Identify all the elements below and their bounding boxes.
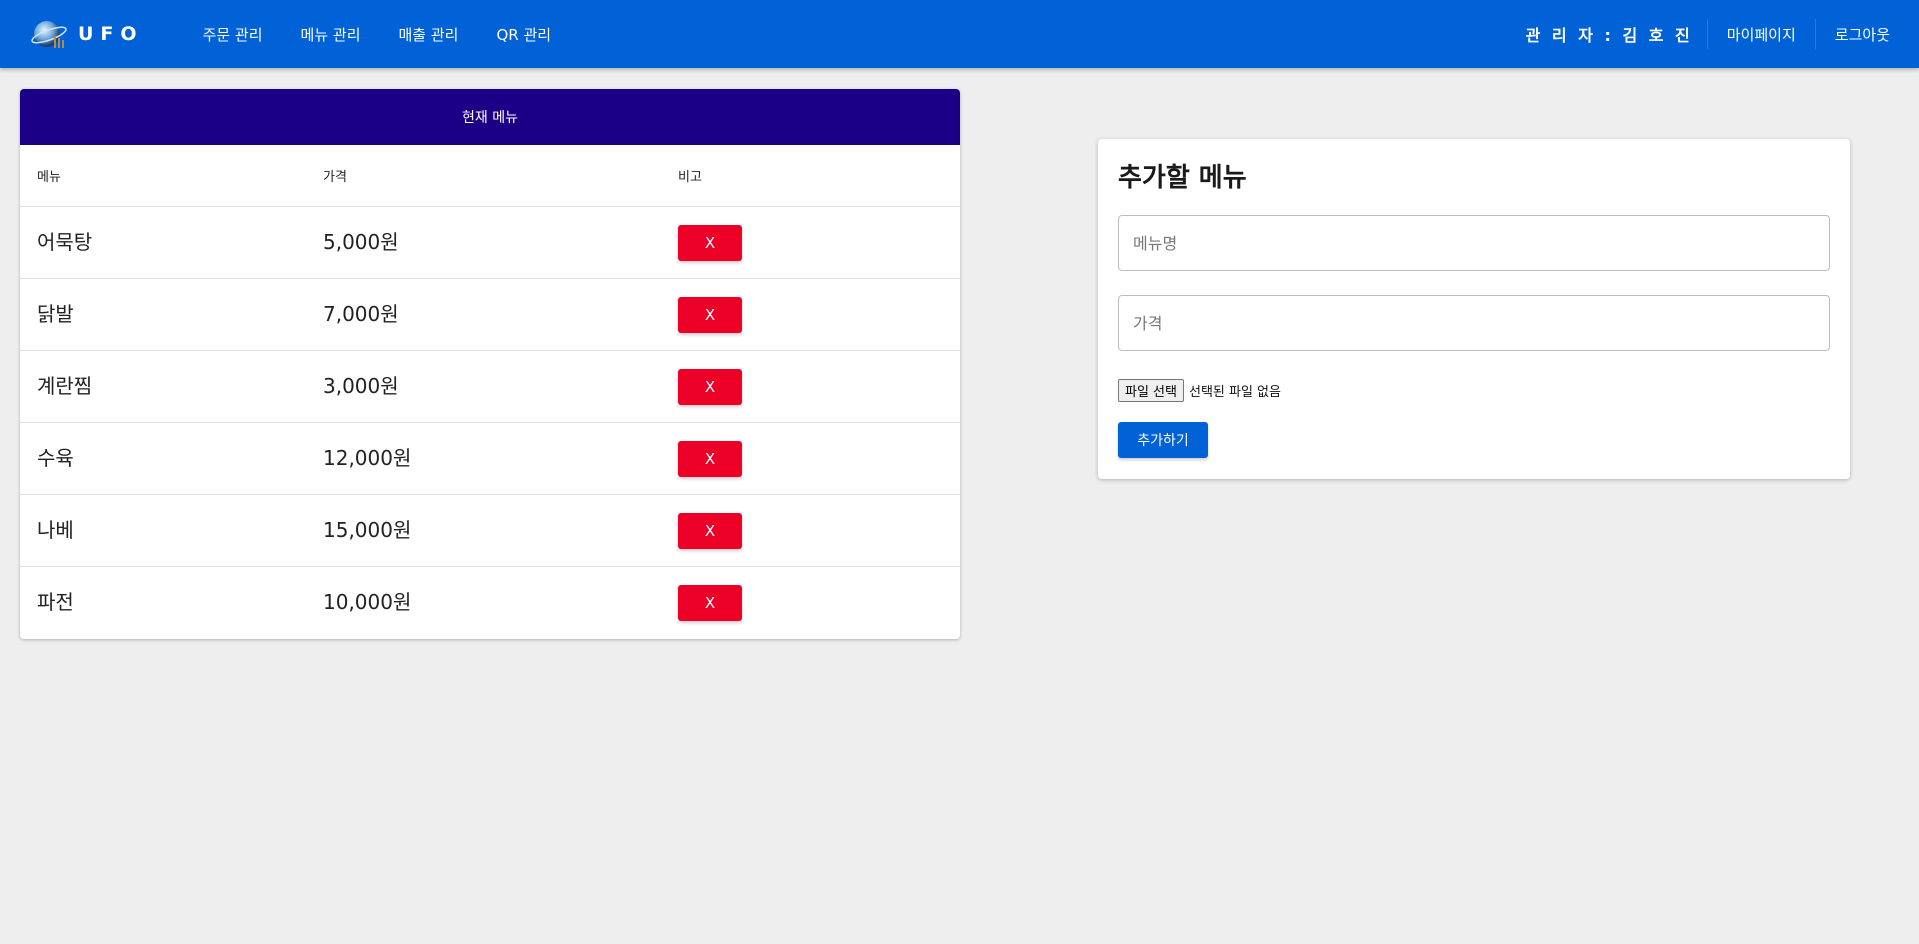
menu-name: 닭발 (37, 302, 74, 326)
menu-name-input[interactable] (1118, 215, 1830, 271)
delete-menu-button[interactable]: X (678, 225, 742, 261)
delete-menu-button[interactable]: X (678, 369, 742, 405)
planet-logo-icon (30, 16, 68, 52)
menu-name: 계란찜 (37, 374, 93, 398)
file-status: 선택된 파일 없음 (1188, 385, 1281, 400)
delete-menu-button[interactable]: X (678, 297, 742, 333)
brand[interactable]: UFO (30, 0, 144, 68)
user-nav: 관 리 자 : 김 호 진 마이페이지 로그아웃 (1514, 0, 1909, 68)
menu-price: 7,000원 (323, 302, 399, 326)
table-row: 어묵탕 5,000원 X (20, 207, 960, 279)
nav-menu-management[interactable]: 메뉴 관리 (282, 0, 380, 68)
nav-qr-management[interactable]: QR 관리 (477, 0, 570, 68)
table-header: 메뉴 가격 비고 (20, 145, 960, 207)
menu-price: 15,000원 (323, 518, 412, 542)
menu-name: 나베 (37, 518, 74, 542)
admin-label: 관 리 자 : 김 호 진 (1525, 26, 1693, 45)
column-header-price: 가격 (323, 170, 347, 185)
column-header-menu: 메뉴 (37, 170, 61, 185)
app-bar: UFO 주문 관리 메뉴 관리 매출 관리 QR 관리 관 리 자 : 김 호 … (0, 0, 1919, 68)
delete-menu-button[interactable]: X (678, 513, 742, 549)
add-menu-button[interactable]: 추가하기 (1118, 422, 1208, 458)
nav-sales-management[interactable]: 매출 관리 (380, 0, 478, 68)
menu-name: 수육 (37, 446, 74, 470)
menu-price: 3,000원 (323, 374, 399, 398)
menu-price: 5,000원 (323, 230, 399, 254)
choose-file-button[interactable]: 파일 선택 (1118, 379, 1184, 402)
column-header-note: 비고 (678, 170, 702, 185)
price-input[interactable] (1118, 295, 1830, 351)
logout-link[interactable]: 로그아웃 (1814, 19, 1909, 49)
current-menu-card: 현재 메뉴 메뉴 가격 비고 어묵탕 5,000원 X 닭발 7,000원 X … (20, 89, 960, 639)
main-nav: 주문 관리 메뉴 관리 매출 관리 QR 관리 (184, 0, 571, 68)
add-menu-card: 추가할 메뉴 파일 선택 선택된 파일 없음 추가하기 (1098, 139, 1850, 479)
table-row: 수육 12,000원 X (20, 423, 960, 495)
delete-menu-button[interactable]: X (678, 441, 742, 477)
menu-name: 파전 (37, 590, 74, 614)
table-row: 파전 10,000원 X (20, 567, 960, 639)
menu-name: 어묵탕 (37, 230, 93, 254)
delete-menu-button[interactable]: X (678, 585, 742, 621)
brand-name: UFO (78, 23, 144, 45)
table-row: 나베 15,000원 X (20, 495, 960, 567)
table-row: 계란찜 3,000원 X (20, 351, 960, 423)
mypage-link[interactable]: 마이페이지 (1706, 19, 1815, 49)
nav-order-management[interactable]: 주문 관리 (184, 0, 282, 68)
menu-price: 10,000원 (323, 590, 412, 614)
table-row: 닭발 7,000원 X (20, 279, 960, 351)
file-picker: 파일 선택 선택된 파일 없음 (1118, 379, 1281, 402)
add-menu-title: 추가할 메뉴 (1118, 163, 1247, 193)
menu-price: 12,000원 (323, 446, 412, 470)
current-menu-title: 현재 메뉴 (20, 89, 960, 145)
menu-table-body: 어묵탕 5,000원 X 닭발 7,000원 X 계란찜 3,000원 X 수육… (20, 207, 960, 639)
